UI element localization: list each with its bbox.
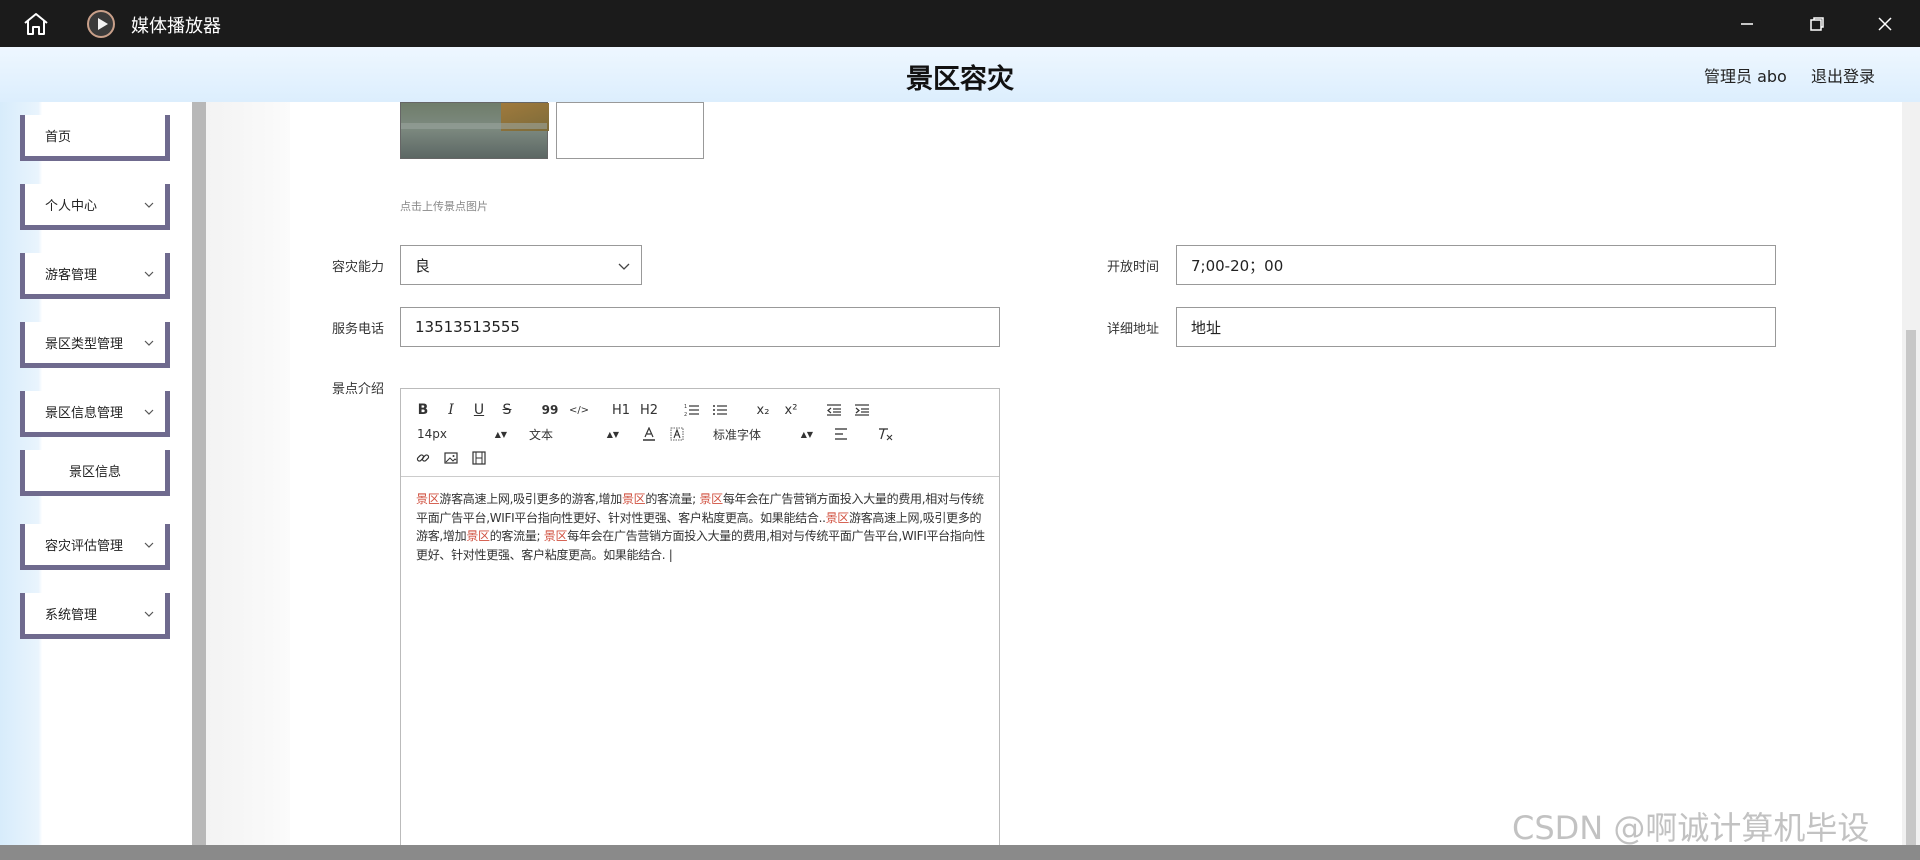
sidebar-item-scenic-types[interactable]: 景区类型管理	[20, 322, 170, 368]
subscript-button[interactable]: x₂	[753, 401, 773, 419]
font-color-icon[interactable]	[641, 425, 657, 443]
superscript-button[interactable]: x²	[781, 401, 801, 419]
image-upload-box[interactable]	[556, 102, 704, 159]
bold-button[interactable]: B	[415, 401, 431, 419]
editor-content[interactable]: 景区游客高速上网,吸引更多的游客,增加景区的客流量; 景区每年会在广告营销方面投…	[416, 490, 991, 564]
address-input[interactable]: 地址	[1176, 307, 1776, 347]
font-size-select[interactable]: 14px ▲▼	[417, 425, 507, 443]
rich-text-editor[interactable]: B I U S 99 </> H1 H2 12 x₂ x² 14px ▲▼ 文本…	[400, 388, 1000, 848]
watermark: CSDN @啊诚计算机毕设	[1512, 809, 1870, 847]
select-arrows-icon: ▲▼	[494, 429, 507, 439]
sidebar-item-label: 景区类型管理	[45, 337, 124, 352]
underline-button[interactable]: U	[471, 401, 487, 419]
close-button[interactable]	[1850, 0, 1920, 47]
background-color-icon[interactable]	[669, 425, 685, 443]
phone-label: 服务电话	[332, 322, 385, 337]
sidebar-item-system[interactable]: 系统管理	[20, 593, 170, 639]
minimize-button[interactable]	[1712, 0, 1782, 47]
font-size-value: 14px	[417, 427, 447, 441]
svg-text:1: 1	[684, 404, 687, 410]
open-time-value: 7;00-20；00	[1191, 256, 1284, 275]
italic-button[interactable]: I	[443, 401, 459, 419]
align-icon[interactable]	[833, 425, 849, 443]
highlight-text: 景区	[543, 529, 568, 543]
highlight-text: 景区	[825, 510, 850, 525]
heading2-button[interactable]: H2	[639, 401, 659, 419]
content-segment: 的客流量;	[645, 492, 700, 506]
chevron-down-icon	[144, 611, 154, 617]
page-scrollbar-thumb[interactable]	[1906, 330, 1916, 845]
sidebar-item-label: 游客管理	[45, 268, 98, 283]
sidebar-item-home[interactable]: 首页	[20, 115, 170, 161]
chevron-down-icon	[144, 409, 154, 415]
capacity-value: 良	[415, 256, 431, 275]
upload-hint: 点击上传景点图片	[400, 200, 488, 213]
indent-icon[interactable]	[853, 401, 871, 419]
highlight-text: 景区	[416, 492, 440, 506]
sidebar-item-label: 系统管理	[45, 608, 98, 623]
sidebar-subitem-scenic-info[interactable]: 景区信息	[20, 450, 170, 496]
app-header: 景区容灾 管理员 abo 退出登录	[0, 47, 1920, 102]
sidebar-item-profile[interactable]: 个人中心	[20, 184, 170, 230]
image-icon[interactable]	[443, 449, 459, 467]
code-button[interactable]: </>	[569, 401, 589, 419]
phone-value: 13513513555	[415, 318, 520, 336]
sidebar-item-label: 个人中心	[45, 199, 98, 214]
sidebar-item-label: 容灾评估管理	[45, 539, 124, 554]
block-format-select[interactable]: 文本 ▲▼	[529, 425, 619, 443]
capacity-select[interactable]: 良	[400, 245, 642, 285]
blockquote-button[interactable]: 99	[541, 401, 559, 419]
sidebar-item-visitors[interactable]: 游客管理	[20, 253, 170, 299]
content-segment: 游客高速上网,吸引更多的游客,增加	[439, 492, 622, 506]
link-icon[interactable]	[415, 449, 431, 467]
clear-format-icon[interactable]	[877, 425, 893, 443]
page-title: 景区容灾	[906, 64, 1014, 95]
select-arrows-icon: ▲▼	[800, 429, 813, 439]
sidebar-item-disaster-eval[interactable]: 容灾评估管理	[20, 524, 170, 570]
highlight-text: 景区	[699, 492, 723, 506]
sidebar-divider	[192, 102, 206, 845]
block-format-value: 文本	[529, 427, 554, 442]
sidebar-item-scenic-info-mgmt[interactable]: 景区信息管理	[20, 391, 170, 437]
main-margin	[206, 102, 290, 845]
ordered-list-icon[interactable]: 12	[683, 401, 701, 419]
scenic-image-thumbnail[interactable]	[400, 102, 549, 159]
strikethrough-button[interactable]: S	[499, 401, 515, 419]
window-title: 媒体播放器	[131, 16, 221, 37]
chevron-down-icon	[618, 263, 630, 270]
address-value: 地址	[1191, 318, 1222, 337]
svg-text:2: 2	[684, 412, 687, 417]
sidebar-item-label: 首页	[45, 130, 72, 145]
video-icon[interactable]	[471, 449, 487, 467]
chevron-down-icon	[144, 271, 154, 277]
capacity-label: 容灾能力	[332, 260, 385, 275]
phone-input[interactable]: 13513513555	[400, 307, 1000, 347]
font-family-value: 标准字体	[713, 427, 762, 442]
chevron-down-icon	[144, 202, 154, 208]
select-arrows-icon: ▲▼	[606, 429, 619, 439]
chevron-down-icon	[144, 542, 154, 548]
outdent-icon[interactable]	[825, 401, 843, 419]
sidebar-item-label: 景区信息管理	[45, 406, 124, 421]
bullet-list-icon[interactable]	[711, 401, 729, 419]
logout-link[interactable]: 退出登录	[1811, 63, 1875, 87]
restore-button[interactable]	[1782, 0, 1852, 47]
content-segment: 的客流量;	[489, 529, 544, 543]
highlight-text: 景区	[466, 529, 490, 543]
address-label: 详细地址	[1107, 322, 1160, 337]
sidebar-item-label: 景区信息	[68, 465, 121, 480]
home-icon[interactable]	[22, 11, 50, 37]
heading1-button[interactable]: H1	[611, 401, 631, 419]
intro-label: 景点介绍	[332, 382, 385, 397]
chevron-down-icon	[144, 340, 154, 346]
font-family-select[interactable]: 标准字体 ▲▼	[713, 425, 813, 443]
window-titlebar: 媒体播放器	[0, 0, 1920, 47]
open-time-label: 开放时间	[1107, 260, 1160, 275]
editor-toolbar: B I U S 99 </> H1 H2 12 x₂ x² 14px ▲▼ 文本…	[401, 389, 999, 477]
media-player-icon	[87, 10, 115, 38]
highlight-text: 景区	[621, 492, 646, 506]
open-time-input[interactable]: 7;00-20；00	[1176, 245, 1776, 285]
current-user: 管理员 abo	[1704, 67, 1787, 86]
